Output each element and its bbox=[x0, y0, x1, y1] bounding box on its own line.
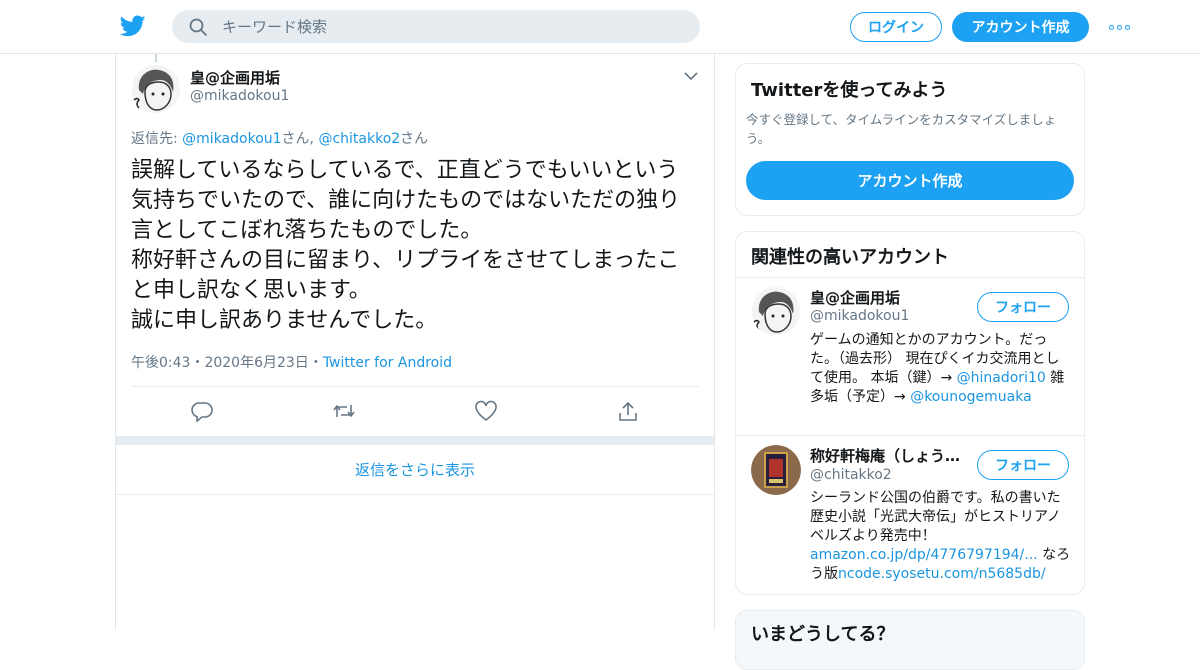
divider bbox=[736, 435, 1084, 436]
twitter-bird-icon[interactable] bbox=[120, 13, 146, 39]
show-more-replies-link[interactable]: 返信をさらに表示 bbox=[116, 445, 714, 495]
bio-link[interactable]: @hinadori10 bbox=[957, 370, 1046, 386]
tweet-author-name[interactable]: 皇@企画用垢 bbox=[190, 67, 280, 88]
search-bar[interactable] bbox=[172, 10, 700, 43]
more-options-icon[interactable] bbox=[1107, 18, 1131, 36]
bio-text: シーランド公国の伯爵です。私の書いた歴史小説「光武大帝伝」がヒストリアノベルズよ… bbox=[810, 490, 1061, 544]
reply-to-user-link[interactable]: @chitakko2 bbox=[318, 131, 400, 147]
bio-link[interactable]: @kounogemuaka bbox=[910, 389, 1032, 405]
tweet-author-handle[interactable]: @mikadokou1 bbox=[190, 88, 289, 104]
signup-card: Twitterを使ってみよう 今すぐ登録して、タイムラインをカスタマイズしましょ… bbox=[735, 63, 1085, 216]
signup-button[interactable]: アカウント作成 bbox=[952, 12, 1089, 42]
chevron-down-icon[interactable] bbox=[683, 70, 699, 82]
bio-link[interactable]: amazon.co.jp/dp/4776797194/... bbox=[810, 547, 1038, 563]
share-icon[interactable] bbox=[616, 400, 640, 422]
divider bbox=[736, 277, 1084, 278]
account-bio: ゲームの通知とかのアカウント。だった。（過去形） 現在ぴくイカ交流用として使用。… bbox=[810, 331, 1072, 407]
tweet-date[interactable]: 2020年6月23日 bbox=[204, 355, 308, 371]
signup-card-subtitle: 今すぐ登録して、タイムラインをカスタマイズしましょう。 bbox=[746, 112, 1057, 146]
avatar[interactable] bbox=[751, 286, 801, 336]
avatar[interactable] bbox=[131, 64, 181, 114]
thread-connector-line bbox=[155, 54, 157, 62]
account-bio: シーランド公国の伯爵です。私の書いた歴史小説「光武大帝伝」がヒストリアノベルズよ… bbox=[810, 489, 1072, 584]
trends-card: いまどうしてる？ bbox=[735, 610, 1085, 670]
trends-title: いまどうしてる？ bbox=[751, 624, 895, 645]
account-handle[interactable]: @mikadokou1 bbox=[810, 308, 909, 324]
account-handle[interactable]: @chitakko2 bbox=[810, 467, 892, 483]
signup-card-title: Twitterを使ってみよう bbox=[751, 80, 948, 101]
like-icon[interactable] bbox=[474, 400, 498, 422]
tweet-time[interactable]: 午後0:43 bbox=[131, 355, 190, 371]
search-input[interactable] bbox=[222, 17, 662, 36]
signup-card-button[interactable]: アカウント作成 bbox=[746, 161, 1074, 200]
account-name[interactable]: 称好軒梅庵（しょうこうけんばいあん） bbox=[810, 445, 970, 466]
tweet-meta: 午後0:43・2020年6月23日・Twitter for Android bbox=[131, 352, 452, 372]
login-button[interactable]: ログイン bbox=[850, 12, 942, 42]
retweet-icon[interactable] bbox=[332, 400, 356, 422]
divider bbox=[131, 386, 699, 387]
reply-to-user-link[interactable]: @mikadokou1 bbox=[182, 131, 281, 147]
reply-to-prefix: 返信先: bbox=[131, 131, 183, 147]
reply-to-suffix: さん bbox=[400, 131, 429, 147]
related-accounts-card: 関連性の高いアカウント 皇@企画用垢 @mikadokou1 フォロー ゲームの… bbox=[735, 231, 1085, 595]
tweet-text: 誤解しているならしているで、正直どうでもいいという気持ちでいたので、誰に向けたも… bbox=[131, 158, 681, 333]
search-icon bbox=[189, 18, 207, 36]
follow-button[interactable]: フォロー bbox=[977, 292, 1069, 322]
meta-separator: ・ bbox=[190, 355, 205, 371]
follow-button[interactable]: フォロー bbox=[977, 450, 1069, 480]
section-gap bbox=[116, 436, 714, 445]
tweet-source-link[interactable]: Twitter for Android bbox=[323, 355, 452, 371]
reply-icon[interactable] bbox=[190, 400, 214, 422]
avatar[interactable] bbox=[751, 445, 801, 495]
related-accounts-title: 関連性の高いアカウント bbox=[751, 247, 949, 268]
reply-to-suffix: さん, bbox=[281, 131, 319, 147]
meta-separator: ・ bbox=[308, 355, 323, 371]
account-name[interactable]: 皇@企画用垢 bbox=[810, 287, 970, 308]
bio-link[interactable]: ncode.syosetu.com/n5685db/ bbox=[838, 566, 1046, 582]
reply-to-line: 返信先: @mikadokou1さん, @chitakko2さん bbox=[131, 128, 428, 148]
top-navigation-bar: ログイン アカウント作成 bbox=[0, 0, 1200, 54]
